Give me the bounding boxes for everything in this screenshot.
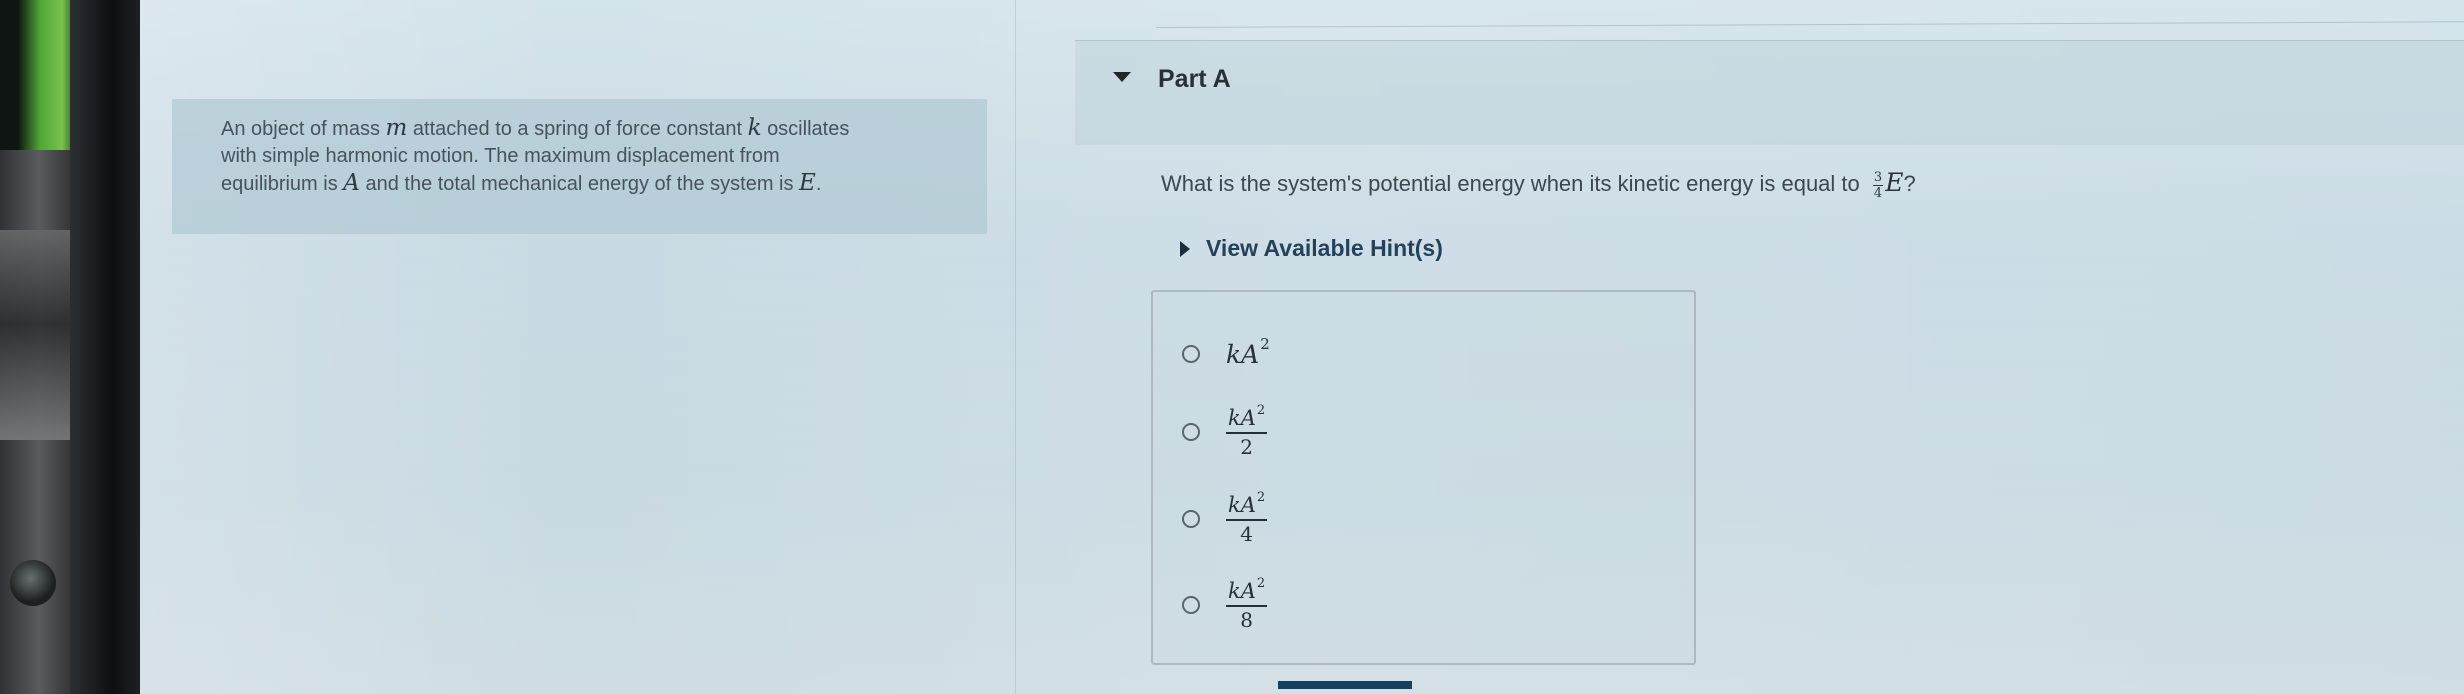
spring-constant-symbol: k	[747, 115, 762, 141]
part-title[interactable]: Part A	[1158, 65, 1231, 94]
energy-symbol: E	[799, 170, 816, 196]
answer-exponent: 2	[1256, 402, 1266, 418]
problem-text: An object of mass	[221, 118, 380, 140]
fraction-numerator: 3	[1872, 169, 1884, 186]
problem-column: An object of mass m attached to a spring…	[140, 0, 1016, 694]
three-fourths-fraction: 3 4	[1872, 169, 1884, 201]
answer-fraction-3: kA 2 4	[1226, 491, 1268, 546]
answer-numerator: kA	[1228, 405, 1256, 430]
period: .	[815, 173, 822, 195]
fraction-top: kA 2	[1226, 577, 1268, 607]
problem-text: attached to a spring of force constant	[412, 118, 742, 140]
photographed-screen: An object of mass m attached to a spring…	[0, 0, 2464, 694]
answer-exponent: 2	[1260, 334, 1270, 353]
problem-text: oscillates	[767, 118, 850, 140]
hints-label[interactable]: View Available Hint(s)	[1206, 235, 1443, 262]
assignment-screen: An object of mass m attached to a spring…	[140, 0, 2464, 694]
fraction-top: kA 2	[1226, 404, 1268, 434]
part-a-panel: Part A What is the system's potential en…	[1075, 40, 2464, 694]
answer-expression-1: kA 2	[1226, 336, 1270, 369]
answer-denominator: 4	[1240, 521, 1253, 546]
screen-divider-line	[1155, 20, 2464, 28]
amplitude-symbol: A	[343, 170, 360, 196]
answer-numerator: kA	[1228, 492, 1256, 517]
answer-choices: kA 2 kA 2 2 kA 2 4 kA 2 8	[1151, 290, 1696, 665]
answer-choice-1[interactable]: kA 2	[1182, 324, 1270, 384]
answer-base: kA	[1226, 339, 1260, 369]
submit-button-edge[interactable]	[1278, 681, 1412, 689]
answer-exponent: 2	[1256, 489, 1266, 505]
problem-statement: An object of mass m attached to a spring…	[172, 99, 987, 234]
fraction-top: kA 2	[1226, 491, 1268, 521]
answer-radio-3[interactable]	[1182, 510, 1200, 528]
answer-radio-1[interactable]	[1182, 345, 1200, 363]
answer-denominator: 8	[1240, 607, 1253, 632]
part-a-header[interactable]: Part A	[1075, 40, 2464, 145]
problem-line-2: with simple harmonic motion. The maximum…	[221, 145, 780, 167]
mass-symbol: m	[385, 115, 408, 141]
answer-exponent: 2	[1256, 575, 1266, 591]
collapse-arrow-icon[interactable]	[1113, 72, 1131, 82]
answer-fraction-4: kA 2 8	[1226, 577, 1268, 632]
problem-line-1: An object of mass m attached to a spring…	[221, 115, 963, 143]
answer-choice-3[interactable]: kA 2 4	[1182, 489, 1268, 549]
answer-denominator: 2	[1240, 434, 1253, 459]
answer-choice-2[interactable]: kA 2 2	[1182, 402, 1268, 462]
answer-fraction-2: kA 2 2	[1226, 404, 1268, 459]
answer-radio-2[interactable]	[1182, 423, 1200, 441]
problem-text: equilibrium is	[221, 173, 338, 195]
problem-line-3: equilibrium is A and the total mechanica…	[221, 170, 963, 198]
question-mark: ?	[1903, 171, 1916, 196]
answer-choice-4[interactable]: kA 2 8	[1182, 575, 1268, 635]
fraction-denominator: 4	[1873, 185, 1883, 201]
answer-radio-4[interactable]	[1182, 596, 1200, 614]
answer-numerator: kA	[1228, 578, 1256, 603]
question-energy-symbol: E	[1885, 168, 1904, 197]
expand-hints-icon[interactable]	[1180, 240, 1190, 257]
question-prompt: What is the system's potential energy wh…	[1161, 171, 1860, 196]
green-edge	[0, 0, 78, 165]
view-hints-link[interactable]: View Available Hint(s)	[1180, 235, 1443, 262]
question-text: What is the system's potential energy wh…	[1161, 168, 1916, 200]
problem-text: and the total mechanical energy of the s…	[365, 173, 794, 195]
